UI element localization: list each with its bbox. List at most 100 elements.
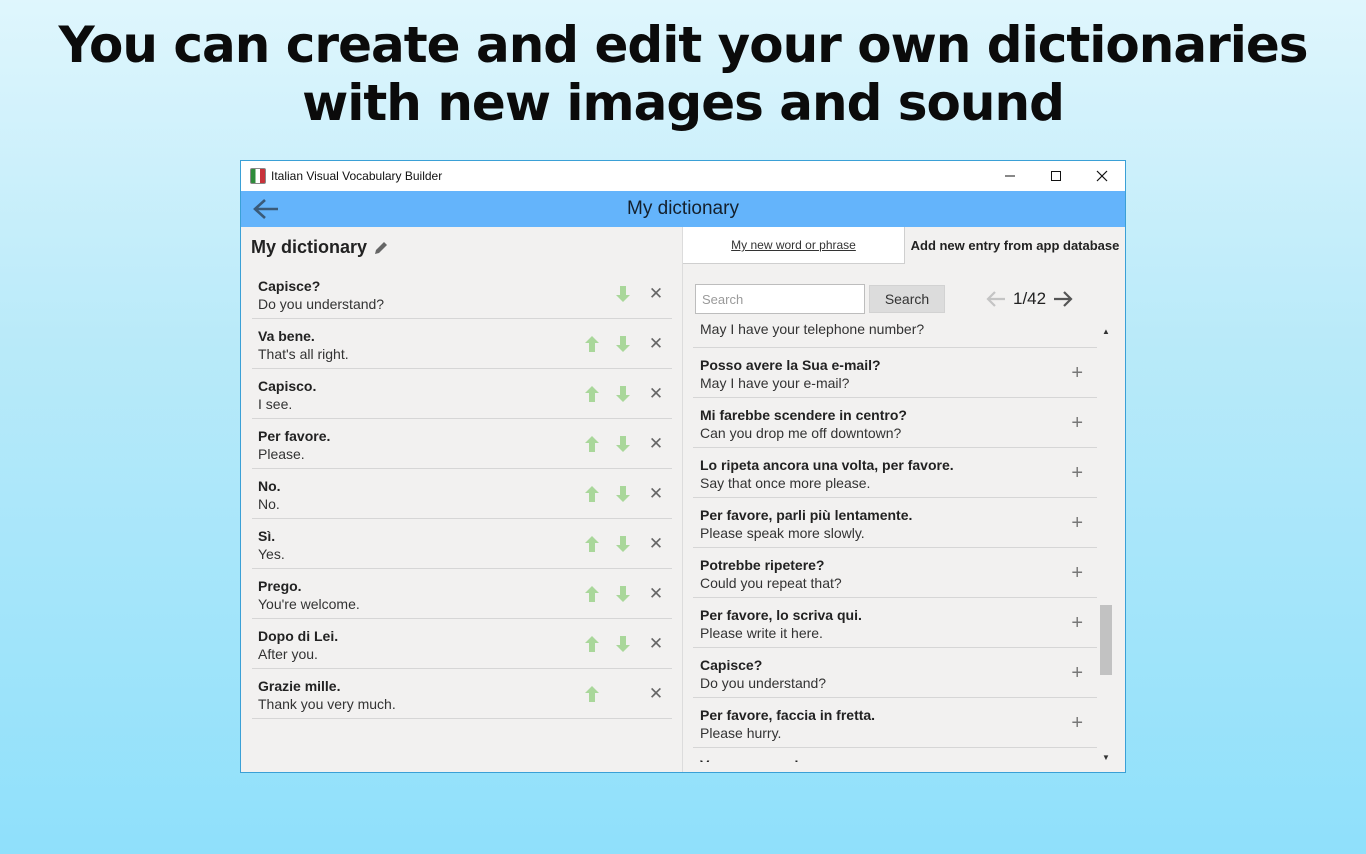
delete-icon[interactable]: ✕ (646, 684, 666, 704)
delete-icon[interactable]: ✕ (646, 584, 666, 604)
move-down-icon[interactable] (613, 434, 633, 454)
move-up-icon[interactable] (582, 384, 602, 404)
previous-page-icon[interactable] (985, 290, 1007, 308)
scroll-down-icon[interactable]: ▼ (1098, 753, 1114, 763)
add-entry-icon[interactable]: + (1071, 363, 1083, 383)
list-item[interactable]: Mi farebbe scendere in centro? Can you dr… (693, 398, 1097, 448)
delete-icon[interactable]: ✕ (646, 434, 666, 454)
move-down-icon[interactable] (613, 584, 633, 604)
add-entry-icon[interactable]: + (1071, 513, 1083, 533)
move-up-icon[interactable] (582, 434, 602, 454)
entry-translation: May I have your e-mail? (700, 375, 850, 391)
entry-tabs: My new word or phrase Add new entry from… (683, 227, 1125, 264)
list-item[interactable]: Potrebbe ripetere? Could you repeat that?… (693, 548, 1097, 598)
move-down-icon[interactable] (613, 334, 633, 354)
app-bar-title: My dictionary (627, 198, 739, 219)
delete-icon[interactable]: ✕ (646, 384, 666, 404)
back-arrow-icon (253, 199, 278, 219)
list-item[interactable]: Per favore, parli più lentamente. Please … (693, 498, 1097, 548)
list-item[interactable]: Lo ripeta ancora una volta, per favore. S… (693, 448, 1097, 498)
window-title: Italian Visual Vocabulary Builder (271, 169, 443, 183)
list-item[interactable]: Capisce? Do you understand? + (693, 648, 1097, 698)
list-item[interactable]: Per favore, lo scriva qui. Please write i… (693, 598, 1097, 648)
list-item[interactable]: Per favore, faccia in fretta. Please hurr… (693, 698, 1097, 748)
maximize-button[interactable] (1033, 161, 1079, 191)
delete-icon[interactable]: ✕ (646, 284, 666, 304)
back-button[interactable] (251, 194, 281, 224)
table-row[interactable]: Capisce? Do you understand? ✕ (252, 269, 672, 319)
table-row[interactable]: Capisco. I see. ✕ (252, 369, 672, 419)
list-item[interactable]: Venga con me! (693, 748, 1097, 762)
pager: 1/42 (985, 284, 1074, 314)
table-row[interactable]: No. No. ✕ (252, 469, 672, 519)
add-entry-panel: My new word or phrase Add new entry from… (683, 227, 1125, 772)
move-up-icon[interactable] (582, 534, 602, 554)
list-item[interactable]: Posso avere la Sua e-mail? May I have you… (693, 348, 1097, 398)
close-button[interactable] (1079, 161, 1125, 191)
list-item: May I have your telephone number? (693, 322, 1097, 348)
entry-italian: Per favore, lo scriva qui. (700, 607, 862, 623)
database-results-list: May I have your telephone number? Posso … (693, 322, 1097, 762)
tab-my-new-word[interactable]: My new word or phrase (683, 227, 905, 264)
edit-pencil-icon[interactable] (373, 240, 389, 256)
delete-icon[interactable]: ✕ (646, 534, 666, 554)
dictionary-title-text: My dictionary (251, 237, 368, 257)
minimize-button[interactable] (987, 161, 1033, 191)
add-entry-icon[interactable]: + (1071, 663, 1083, 683)
results-scrollbar[interactable]: ▲ ▼ (1098, 327, 1114, 763)
entry-italian: Per favore, faccia in fretta. (700, 707, 876, 723)
table-row[interactable]: Va bene. That's all right. ✕ (252, 319, 672, 369)
delete-icon[interactable]: ✕ (646, 334, 666, 354)
move-up-icon[interactable] (582, 584, 602, 604)
add-entry-icon[interactable]: + (1071, 563, 1083, 583)
move-up-icon[interactable] (582, 684, 602, 704)
entry-translation: Do you understand? (258, 296, 385, 312)
entry-translation: After you. (258, 646, 318, 662)
entry-translation: Please speak more slowly. (700, 525, 865, 541)
entry-translation: Please write it here. (700, 625, 823, 641)
table-row[interactable]: Grazie mille. Thank you very much. ✕ (252, 669, 672, 719)
move-up-icon[interactable] (582, 484, 602, 504)
move-down-icon[interactable] (613, 534, 633, 554)
entry-italian: No. (258, 478, 281, 494)
add-entry-icon[interactable]: + (1071, 463, 1083, 483)
table-row[interactable]: Per favore. Please. ✕ (252, 419, 672, 469)
promo-headline: You can create and edit your own diction… (0, 16, 1366, 132)
move-up-icon[interactable] (582, 334, 602, 354)
entry-italian: Capisce? (700, 657, 763, 673)
add-entry-icon[interactable]: + (1071, 613, 1083, 633)
entry-translation: I see. (258, 396, 293, 412)
move-down-icon[interactable] (613, 384, 633, 404)
dictionary-entry-list: Capisce? Do you understand? ✕ Va bene. That'… (252, 269, 672, 719)
table-row[interactable]: Prego. You're welcome. ✕ (252, 569, 672, 619)
search-input[interactable] (695, 284, 865, 314)
entry-italian: Sì. (258, 528, 276, 544)
window-controls (987, 161, 1125, 191)
next-page-icon[interactable] (1052, 290, 1074, 308)
table-row[interactable]: Sì. Yes. ✕ (252, 519, 672, 569)
add-entry-icon[interactable]: + (1071, 713, 1083, 733)
title-bar: Italian Visual Vocabulary Builder (241, 161, 1125, 191)
entry-italian: Dopo di Lei. (258, 628, 339, 644)
entry-italian: Venga con me! (700, 756, 1097, 762)
minimize-icon (1005, 175, 1015, 177)
delete-icon[interactable]: ✕ (646, 484, 666, 504)
entry-italian: Posso avere la Sua e-mail? (700, 357, 881, 373)
entry-translation: Could you repeat that? (700, 575, 842, 591)
move-down-icon[interactable] (613, 634, 633, 654)
table-row[interactable]: Dopo di Lei. After you. ✕ (252, 619, 672, 669)
delete-icon[interactable]: ✕ (646, 634, 666, 654)
entry-italian: Va bene. (258, 328, 315, 344)
move-down-icon[interactable] (613, 284, 633, 304)
entry-italian: Potrebbe ripetere? (700, 557, 825, 573)
search-button[interactable]: Search (869, 285, 945, 313)
move-up-icon[interactable] (582, 634, 602, 654)
tab-app-database[interactable]: Add new entry from app database (905, 227, 1125, 264)
app-icon (250, 168, 266, 184)
scrollbar-thumb[interactable] (1100, 605, 1112, 675)
move-down-icon[interactable] (613, 484, 633, 504)
main-content: My dictionary Capisce? Do you understand?… (241, 227, 1125, 772)
scroll-up-icon[interactable]: ▲ (1098, 327, 1114, 337)
entry-italian: Grazie mille. (258, 678, 341, 694)
add-entry-icon[interactable]: + (1071, 413, 1083, 433)
